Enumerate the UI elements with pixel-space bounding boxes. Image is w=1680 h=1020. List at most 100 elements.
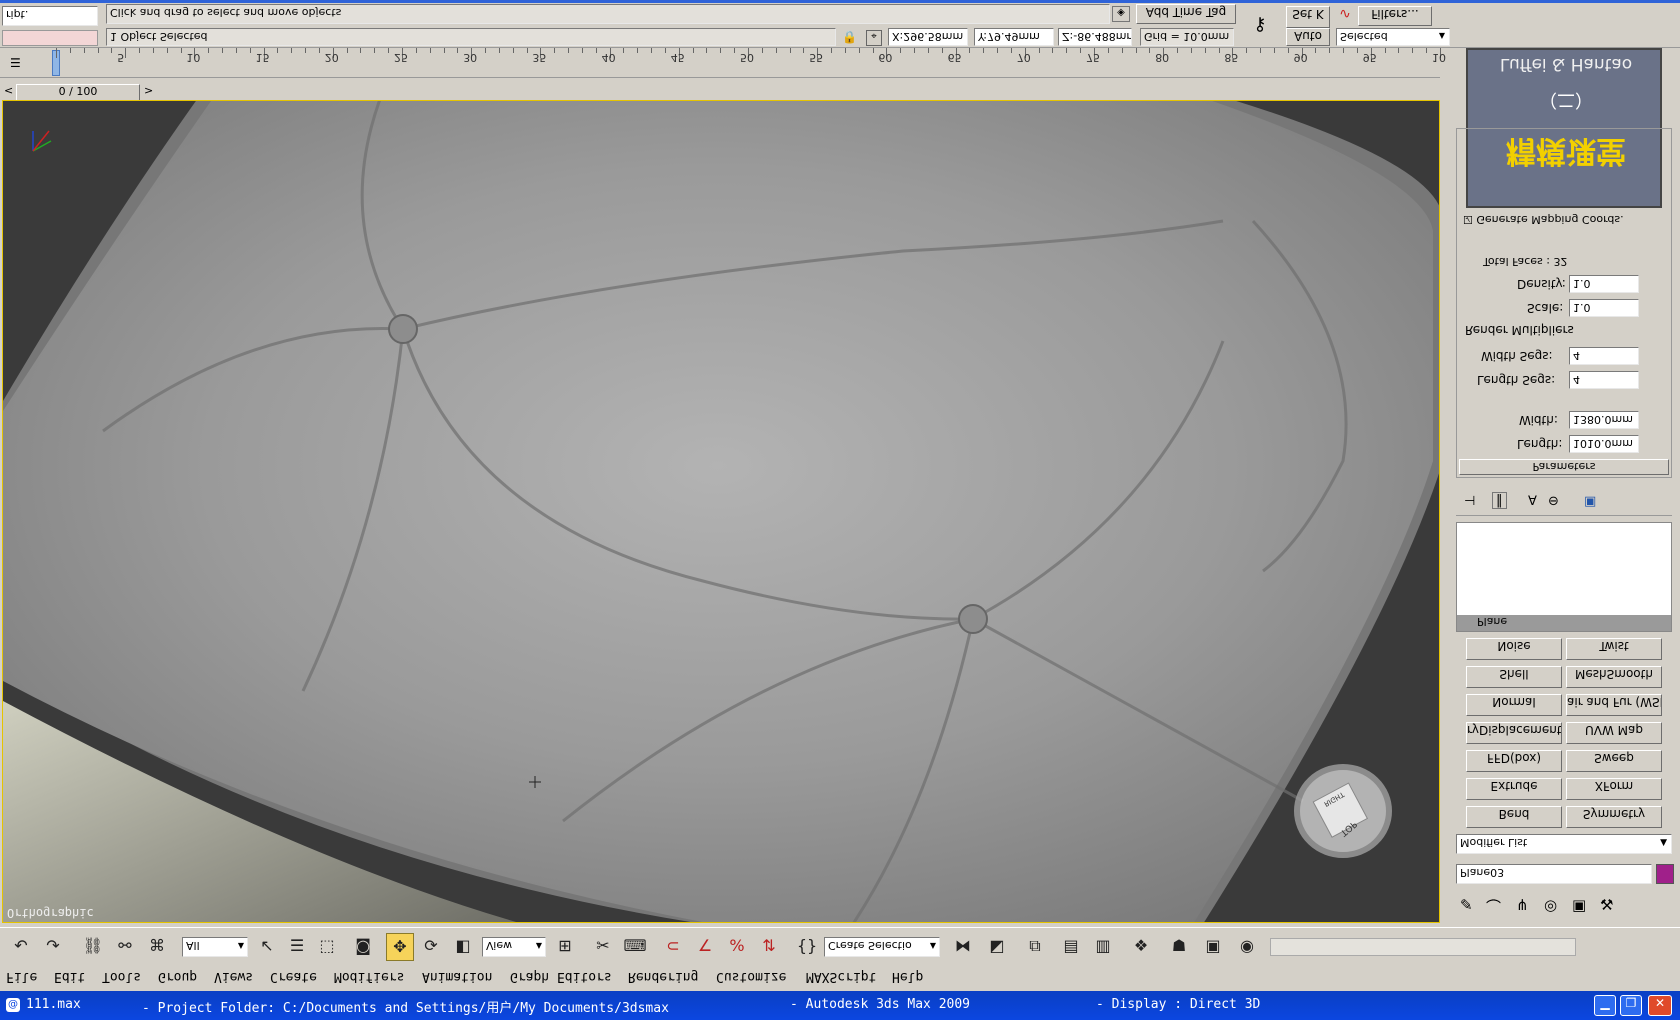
modifier-button[interactable]: Symmetry xyxy=(1566,806,1662,828)
menu-item[interactable]: Edit xyxy=(54,969,85,984)
bind-spacewarp-icon[interactable]: ⌘ xyxy=(144,933,170,959)
select-object-icon[interactable]: ↖ xyxy=(254,933,280,959)
mirror-icon[interactable]: ⧓ xyxy=(950,933,976,959)
modifier-button[interactable]: MeshSmooth xyxy=(1566,666,1662,688)
configure-sets-icon[interactable]: ▣ xyxy=(1584,494,1596,509)
rotate-tool-icon[interactable]: ⟳ xyxy=(418,933,444,959)
modifier-button[interactable]: FFD(box) xyxy=(1466,750,1562,772)
make-unique-icon[interactable]: ∀ xyxy=(1528,494,1537,509)
link-icon[interactable]: ⛓ xyxy=(80,933,106,959)
hierarchy-tab-icon[interactable]: ⋔ xyxy=(1516,896,1529,914)
coord-x-field[interactable]: X:296.58mm xyxy=(888,28,968,46)
show-end-result-icon[interactable]: ‖ xyxy=(1492,492,1507,509)
menu-item[interactable]: Rendering xyxy=(628,969,698,984)
key-icon[interactable]: ⚷ xyxy=(1242,14,1278,40)
create-tab-icon[interactable]: ✎ xyxy=(1460,896,1473,914)
modifier-button[interactable]: Twist xyxy=(1566,638,1662,660)
menu-item[interactable]: Modifiers xyxy=(334,969,404,984)
gen-mapping-checkbox[interactable]: ☑ Generate Mapping Coords. xyxy=(1463,213,1663,226)
menu-item[interactable]: Tools xyxy=(102,969,141,984)
angle-snap-icon[interactable]: ∠ xyxy=(692,933,718,959)
toolbar-scroll[interactable] xyxy=(1270,938,1576,956)
object-name-field[interactable]: Plane03 xyxy=(1456,864,1652,884)
stack-item-plane[interactable]: Plane xyxy=(1457,615,1671,631)
viewport-orthographic[interactable]: Orthographic TOP RIGHT xyxy=(2,100,1440,923)
modifier-list-dropdown[interactable]: Modifier List ▼ xyxy=(1456,834,1672,854)
modifier-button[interactable]: UVW Map xyxy=(1566,722,1662,744)
modifier-button[interactable]: XForm xyxy=(1566,778,1662,800)
rendered-frame-icon[interactable]: ▣ xyxy=(1200,933,1226,959)
menu-item[interactable]: File xyxy=(6,969,37,984)
track-bar-icon[interactable]: ☰ xyxy=(10,56,30,72)
viewcube[interactable] xyxy=(1294,764,1392,858)
menu-item[interactable]: Group xyxy=(158,969,197,984)
modifier-stack[interactable]: Plane xyxy=(1456,522,1672,632)
unlink-icon[interactable]: ⚯ xyxy=(112,933,138,959)
time-prev-button[interactable]: < xyxy=(4,84,16,100)
menu-item[interactable]: MAXScript xyxy=(806,969,876,984)
length-segs-field[interactable]: 4 xyxy=(1569,371,1639,389)
select-manipulate-icon[interactable]: ✂ xyxy=(590,933,616,959)
width-field[interactable]: 1380.0mm xyxy=(1569,411,1639,429)
schematic-view-icon[interactable]: ▥ xyxy=(1090,933,1116,959)
spinner-snap-icon[interactable]: ⇅ xyxy=(756,933,782,959)
track-bar-ruler[interactable]: ☰ 5 10 15 20 25 30 35 40 45 50 55 60 65 70 75 80 85 90 95 1… xyxy=(0,48,1453,78)
curve-editor-toolbar-icon[interactable]: ▤ xyxy=(1058,933,1084,959)
density-field[interactable]: 1.0 xyxy=(1569,275,1639,293)
key-mode-dropdown[interactable]: Selected ▼ xyxy=(1336,28,1450,46)
coord-y-field[interactable]: Y:79.49mm xyxy=(974,28,1054,46)
window-crossing-icon[interactable]: ◙ xyxy=(350,933,376,959)
pivot-center-icon[interactable]: ⊞ xyxy=(552,933,578,959)
move-tool-icon[interactable]: ✥ xyxy=(386,933,414,961)
display-tab-icon[interactable]: ▣ xyxy=(1572,896,1586,914)
menu-item[interactable]: Create xyxy=(270,969,317,984)
menu-item[interactable]: Customize xyxy=(716,969,786,984)
ref-coord-dropdown[interactable]: View ▼ xyxy=(482,937,546,957)
set-key-button[interactable]: Set K xyxy=(1286,6,1330,28)
modifier-button[interactable]: Bend xyxy=(1466,806,1562,828)
menu-item[interactable]: Views xyxy=(214,969,253,984)
modifier-button[interactable]: ryDisplacement xyxy=(1466,722,1562,744)
quick-render-icon[interactable]: ◉ xyxy=(1234,933,1260,959)
rect-selection-icon[interactable]: ⬚ xyxy=(314,933,340,959)
filters-button[interactable]: Filters... xyxy=(1358,6,1432,26)
modifier-button[interactable]: Shell xyxy=(1466,666,1562,688)
snap-toggle-icon[interactable]: ⊂ xyxy=(660,933,686,959)
remove-modifier-icon[interactable]: ⊖ xyxy=(1548,494,1559,509)
selection-filter-dropdown[interactable]: All ▼ xyxy=(182,937,248,957)
utilities-tab-icon[interactable]: ⚒ xyxy=(1600,896,1613,914)
menu-item[interactable]: Graph Editors xyxy=(510,969,612,984)
coord-z-field[interactable]: Z:-86.488mm xyxy=(1058,28,1132,46)
transform-typein-icon[interactable]: ⌖ xyxy=(866,30,882,46)
select-by-name-icon[interactable]: ☰ xyxy=(284,933,310,959)
render-setup-icon[interactable]: ☗ xyxy=(1166,933,1192,959)
pin-stack-icon[interactable]: ⊣ xyxy=(1464,494,1475,509)
keyboard-shortcut-icon[interactable]: ⌨ xyxy=(622,933,648,959)
auto-key-button[interactable]: Auto xyxy=(1286,28,1330,46)
scale-field[interactable]: 1.0 xyxy=(1569,299,1639,317)
menu-item[interactable]: Animation xyxy=(422,969,492,984)
motion-tab-icon[interactable]: ◎ xyxy=(1544,896,1557,914)
app-icon[interactable]: @ xyxy=(6,998,20,1012)
length-field[interactable]: 1010.0mm xyxy=(1569,435,1639,453)
width-segs-field[interactable]: 4 xyxy=(1569,347,1639,365)
redo-icon[interactable]: ↷ xyxy=(40,933,66,959)
maxscript-mini-pink[interactable] xyxy=(2,30,98,46)
lock-icon[interactable]: 🔒 xyxy=(842,30,857,44)
undo-icon[interactable]: ↶ xyxy=(8,933,34,959)
modifier-button[interactable]: Noise xyxy=(1466,638,1562,660)
add-time-tag-button[interactable]: Add Time Tag xyxy=(1136,4,1236,24)
material-editor-icon[interactable]: ❖ xyxy=(1128,933,1154,959)
minimize-button[interactable]: ▁ xyxy=(1594,995,1616,1016)
modifier-button[interactable]: Sweep xyxy=(1566,750,1662,772)
modifier-button[interactable]: air and Fur (WSI xyxy=(1566,694,1662,716)
modifier-button[interactable]: Normal xyxy=(1466,694,1562,716)
maximize-button[interactable]: ❐ xyxy=(1620,995,1642,1016)
time-tag-icon[interactable]: ◈ xyxy=(1112,6,1130,22)
close-button[interactable]: ✕ xyxy=(1648,995,1672,1016)
align-icon[interactable]: ◩ xyxy=(984,933,1010,959)
edit-named-sel-icon[interactable]: {} xyxy=(794,933,820,959)
modify-tab-icon[interactable]: ⌒ xyxy=(1486,896,1501,917)
named-selection-dropdown[interactable]: Create Selectio ▼ xyxy=(824,937,940,957)
layer-manager-icon[interactable]: ⧉ xyxy=(1022,933,1048,959)
